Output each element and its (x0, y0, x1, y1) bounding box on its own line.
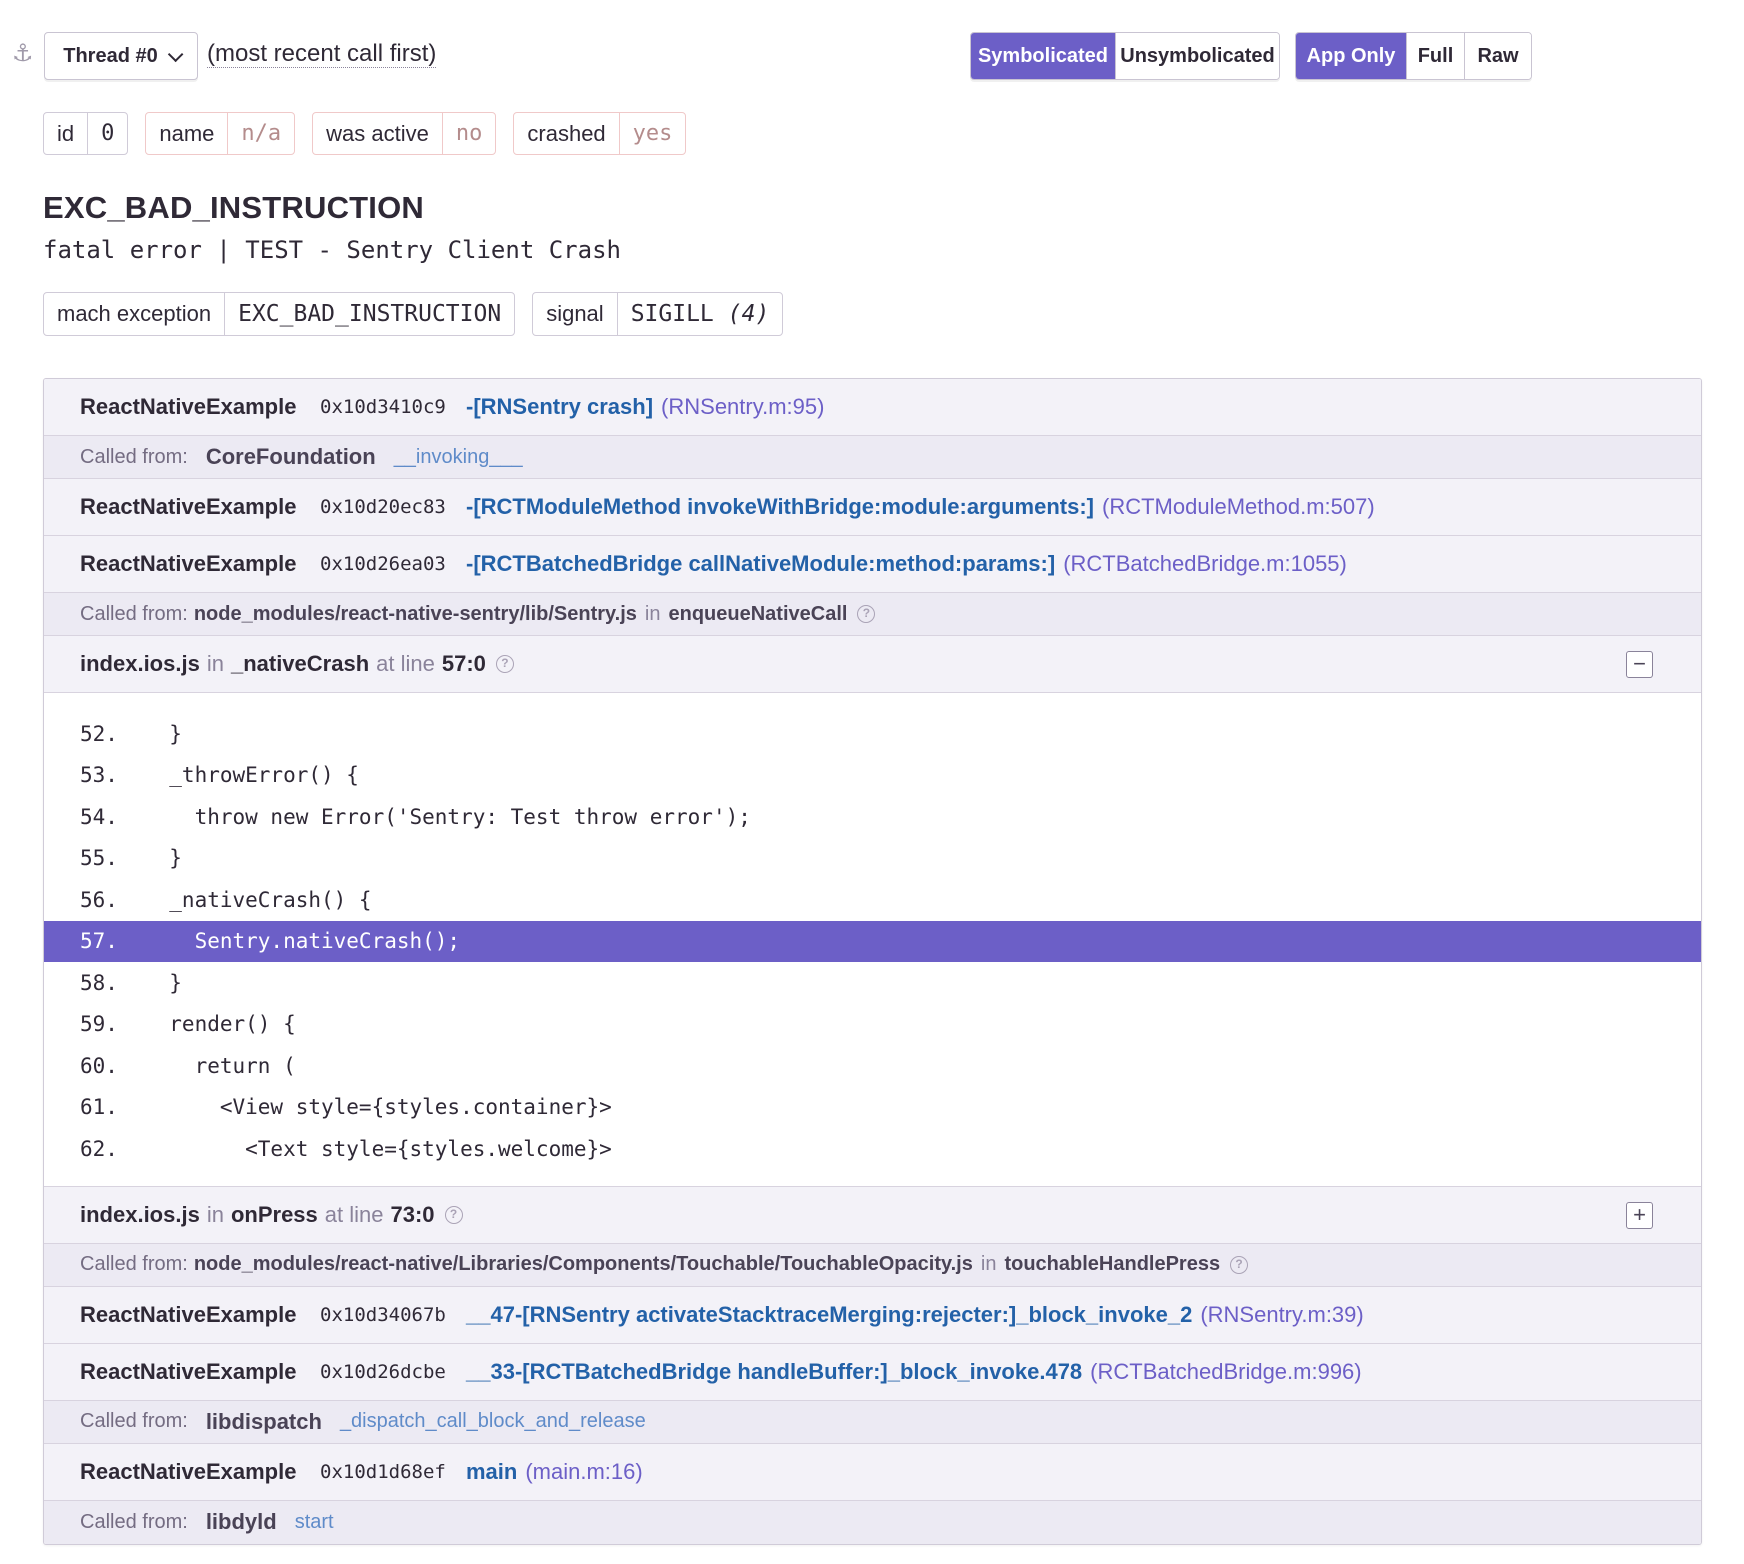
code-context: 52. } 53. _throwError() {54. throw new Er… (44, 693, 1701, 1187)
code-line: 55. } (44, 838, 1701, 880)
code-text: return ( (144, 1053, 296, 1078)
pill-crashed: crashed yes (513, 112, 687, 155)
frame-row-collapsed[interactable]: index.ios.js in onPress at line 73:0 ? + (44, 1186, 1701, 1244)
code-line: 54. throw new Error('Sentry: Test throw … (44, 796, 1701, 838)
line-number: 57. (80, 929, 118, 954)
thread-toolbar: ⚓ Thread #0 (most recent call first) Sym… (10, 30, 1715, 82)
exception-type: EXC_BAD_INSTRUCTION (43, 190, 425, 225)
called-from-row: Called from: node_modules/react-native/L… (44, 1243, 1701, 1287)
code-line: 60. return ( (44, 1045, 1701, 1087)
line-number: 52. (80, 721, 118, 746)
code-text: <Text style={styles.welcome}> (144, 1136, 612, 1161)
line-number: 54. (80, 804, 118, 829)
pill-id: id 0 (43, 112, 129, 155)
called-from-row: Called from: node_modules/react-native-s… (44, 593, 1701, 636)
thread-selector-button[interactable]: Thread #0 (44, 32, 198, 80)
mechanism-pills: mach exception EXC_BAD_INSTRUCTION signa… (43, 292, 784, 336)
called-from-row: Called from: libdispatch _dispatch_call_… (44, 1400, 1701, 1444)
line-number: 62. (80, 1136, 118, 1161)
symbolication-toggle: Symbolicated Unsymbolicated (970, 32, 1280, 80)
line-number: 55. (80, 846, 118, 871)
called-from-row: Called from: libdyld start (44, 1500, 1701, 1544)
collapse-button[interactable]: − (1626, 651, 1653, 678)
thread-info-pills: id 0 name n/a was active no crashed yes (43, 112, 687, 155)
full-button[interactable]: Full (1406, 33, 1464, 79)
code-text: _nativeCrash() { (144, 887, 372, 912)
expand-button[interactable]: + (1626, 1201, 1653, 1229)
frame-row[interactable]: ReactNativeExample 0x10d1d68ef main (mai… (44, 1443, 1701, 1501)
code-text: <View style={styles.container}> (144, 1095, 612, 1120)
stacktrace-frames: ReactNativeExample 0x10d3410c9 -[RNSentr… (43, 378, 1702, 1545)
pill-name: name n/a (145, 112, 296, 155)
line-number: 60. (80, 1053, 118, 1078)
code-line: 52. } (44, 713, 1701, 755)
code-line: 62. <Text style={styles.welcome}> (44, 1128, 1701, 1170)
unsymbolicated-button[interactable]: Unsymbolicated (1115, 33, 1279, 79)
frame-row-expanded[interactable]: index.ios.js in _nativeCrash at line 57:… (44, 636, 1701, 693)
code-text: } (144, 721, 182, 746)
app-only-button[interactable]: App Only (1296, 33, 1406, 79)
line-number: 58. (80, 970, 118, 995)
help-icon[interactable]: ? (857, 605, 876, 623)
line-number: 59. (80, 1012, 118, 1037)
code-text: render() { (144, 1012, 296, 1037)
raw-button[interactable]: Raw (1464, 33, 1531, 79)
code-text: Sentry.nativeCrash(); (144, 929, 461, 954)
chevron-down-icon (167, 46, 184, 62)
frame-row[interactable]: ReactNativeExample 0x10d26ea03 -[RCTBatc… (44, 536, 1701, 593)
frame-row[interactable]: ReactNativeExample 0x10d34067b __47-[RNS… (44, 1286, 1701, 1344)
code-line: 61. <View style={styles.container}> (44, 1087, 1701, 1129)
line-number: 56. (80, 887, 118, 912)
code-text: throw new Error('Sentry: Test throw erro… (144, 804, 751, 829)
help-icon[interactable]: ? (495, 655, 514, 673)
pill-signal: signal SIGILL (4) (532, 292, 784, 336)
help-icon[interactable]: ? (1230, 1255, 1249, 1274)
code-line-active: 57. Sentry.nativeCrash(); (44, 920, 1701, 962)
pill-mach-exception: mach exception EXC_BAD_INSTRUCTION (43, 292, 516, 336)
line-number: 61. (80, 1095, 118, 1120)
code-text: _throwError() { (144, 763, 359, 788)
frame-row[interactable]: ReactNativeExample 0x10d26dcbe __33-[RCT… (44, 1343, 1701, 1401)
frame-row[interactable]: ReactNativeExample 0x10d20ec83 -[RCTModu… (44, 479, 1701, 536)
symbolicated-button[interactable]: Symbolicated (971, 33, 1115, 79)
line-number: 53. (80, 763, 118, 788)
code-line: 53. _throwError() { (44, 755, 1701, 797)
thread-selector-label: Thread #0 (63, 44, 158, 67)
called-from-row: Called from: CoreFoundation __invoking__… (44, 436, 1701, 479)
help-icon[interactable]: ? (444, 1205, 463, 1224)
code-line: 58. } (44, 962, 1701, 1004)
code-text: } (144, 970, 182, 995)
exception-value: fatal error | TEST - Sentry Client Crash (43, 236, 621, 264)
pill-was-active: was active no (312, 112, 497, 155)
anchor-icon[interactable]: ⚓ (12, 40, 38, 68)
code-line: 56. _nativeCrash() { (44, 879, 1701, 921)
code-text: } (144, 846, 182, 871)
order-note: (most recent call first) (207, 40, 437, 68)
code-line: 59. render() { (44, 1004, 1701, 1046)
frame-row[interactable]: ReactNativeExample 0x10d3410c9 -[RNSentr… (44, 379, 1701, 436)
frame-filter-toggle: App Only Full Raw (1295, 32, 1532, 80)
